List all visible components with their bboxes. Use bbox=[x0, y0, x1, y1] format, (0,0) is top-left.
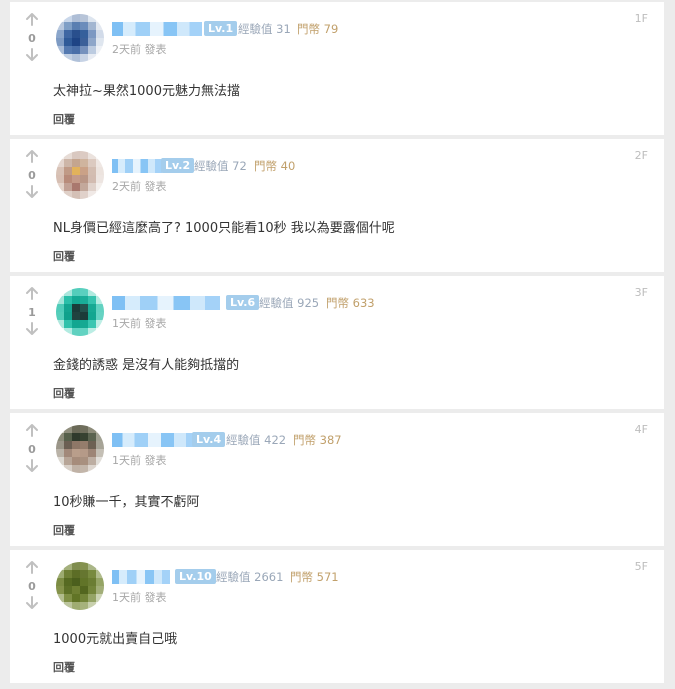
vote-box: 1 bbox=[24, 286, 40, 338]
comment-text: 金錢的誘惑 是沒有人能夠抵擋的 bbox=[53, 358, 240, 373]
arrow-up-icon[interactable] bbox=[24, 12, 40, 28]
exp-stat: 經驗值 31 bbox=[238, 22, 291, 36]
vote-box: 0 bbox=[24, 12, 40, 64]
reply-button[interactable]: 回覆 bbox=[53, 248, 75, 264]
post-time: 1天前 發表 bbox=[112, 591, 167, 604]
vote-box: 0 bbox=[24, 560, 40, 612]
comment-card-1: 0 Lv.1 經驗值 31 門幣 79 2天前 發表 1F 太神拉~果然1000… bbox=[10, 2, 664, 135]
vote-count: 1 bbox=[28, 306, 36, 319]
comment-card-3: 1 Lv.6 經驗值 925 門幣 633 1天前 發表 3F 金錢的誘惑 是沒… bbox=[10, 276, 664, 409]
arrow-down-icon[interactable] bbox=[24, 322, 40, 338]
coin-stat: 門幣 40 bbox=[254, 159, 296, 173]
exp-stat: 經驗值 925 bbox=[259, 296, 320, 310]
floor-number: 5F bbox=[634, 560, 648, 573]
username-blurred[interactable] bbox=[112, 22, 202, 36]
reply-button[interactable]: 回覆 bbox=[53, 659, 75, 675]
floor-number: 3F bbox=[634, 286, 648, 299]
level-badge: Lv.6 bbox=[226, 295, 260, 310]
floor-number: 2F bbox=[634, 149, 648, 162]
avatar[interactable] bbox=[56, 425, 104, 473]
vote-box: 0 bbox=[24, 423, 40, 475]
comment-text: 太神拉~果然1000元魅力無法擋 bbox=[53, 84, 240, 99]
username-blurred[interactable] bbox=[112, 570, 170, 584]
comment-card-4: 0 Lv.4 經驗值 422 門幣 387 1天前 發表 4F 10秒賺一千，其… bbox=[10, 413, 664, 546]
exp-stat: 經驗值 72 bbox=[194, 159, 247, 173]
coin-stat: 門幣 633 bbox=[326, 296, 375, 310]
level-badge: Lv.10 bbox=[175, 569, 216, 584]
username-blurred[interactable] bbox=[112, 159, 162, 173]
arrow-up-icon[interactable] bbox=[24, 423, 40, 439]
comment-text: NL身價已經這麼高了? 1000只能看10秒 我以為要露個什呢 bbox=[53, 221, 395, 236]
post-time: 2天前 發表 bbox=[112, 180, 167, 193]
exp-stat: 經驗值 422 bbox=[226, 433, 287, 447]
arrow-down-icon[interactable] bbox=[24, 48, 40, 64]
arrow-down-icon[interactable] bbox=[24, 459, 40, 475]
avatar[interactable] bbox=[56, 288, 104, 336]
post-time: 1天前 發表 bbox=[112, 317, 167, 330]
reply-button[interactable]: 回覆 bbox=[53, 385, 75, 401]
level-badge: Lv.2 bbox=[161, 158, 195, 173]
arrow-down-icon[interactable] bbox=[24, 185, 40, 201]
avatar[interactable] bbox=[56, 151, 104, 199]
arrow-up-icon[interactable] bbox=[24, 149, 40, 165]
post-time: 2天前 發表 bbox=[112, 43, 167, 56]
vote-count: 0 bbox=[28, 169, 36, 182]
avatar[interactable] bbox=[56, 14, 104, 62]
vote-count: 0 bbox=[28, 443, 36, 456]
vote-count: 0 bbox=[28, 580, 36, 593]
vote-box: 0 bbox=[24, 149, 40, 201]
post-time: 1天前 發表 bbox=[112, 454, 167, 467]
reply-button[interactable]: 回覆 bbox=[53, 111, 75, 127]
exp-stat: 經驗值 2661 bbox=[216, 570, 284, 584]
coin-stat: 門幣 79 bbox=[297, 22, 339, 36]
level-badge: Lv.1 bbox=[204, 21, 238, 36]
level-badge: Lv.4 bbox=[192, 432, 226, 447]
comment-card-2: 0 Lv.2 經驗值 72 門幣 40 2天前 發表 2F NL身價已經這麼高了… bbox=[10, 139, 664, 272]
username-blurred[interactable] bbox=[112, 433, 198, 447]
coin-stat: 門幣 387 bbox=[293, 433, 342, 447]
floor-number: 4F bbox=[634, 423, 648, 436]
comment-card-5: 0 Lv.10 經驗值 2661 門幣 571 1天前 發表 5F 1000元就… bbox=[10, 550, 664, 683]
vote-count: 0 bbox=[28, 32, 36, 45]
floor-number: 1F bbox=[634, 12, 648, 25]
comment-text: 1000元就出賣自己哦 bbox=[53, 632, 178, 647]
arrow-up-icon[interactable] bbox=[24, 286, 40, 302]
avatar[interactable] bbox=[56, 562, 104, 610]
username-blurred[interactable] bbox=[112, 296, 220, 310]
reply-button[interactable]: 回覆 bbox=[53, 522, 75, 538]
arrow-down-icon[interactable] bbox=[24, 596, 40, 612]
arrow-up-icon[interactable] bbox=[24, 560, 40, 576]
comment-text: 10秒賺一千，其實不虧阿 bbox=[53, 495, 200, 510]
coin-stat: 門幣 571 bbox=[290, 570, 339, 584]
